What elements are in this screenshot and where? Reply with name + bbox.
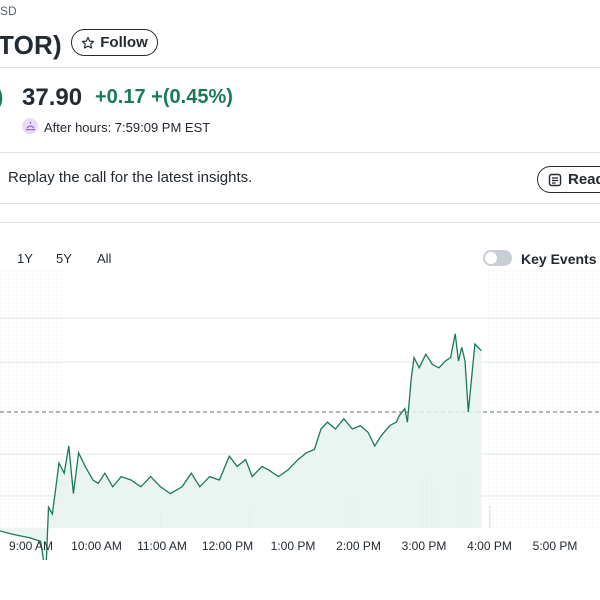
x-tick-label: 2:00 PM — [336, 539, 381, 553]
range-1y[interactable]: 1Y — [17, 251, 33, 266]
document-icon — [548, 173, 562, 186]
read-button[interactable]: Read — [537, 166, 600, 193]
x-tick-label: 3:00 PM — [402, 539, 447, 553]
divider — [0, 203, 600, 204]
current-price: 37.90 — [22, 84, 83, 111]
price-change: +0.17 +(0.45%) — [95, 86, 233, 109]
follow-button[interactable]: Follow — [71, 29, 158, 56]
moon-icon — [22, 118, 38, 134]
x-tick-label: 5:00 PM — [533, 539, 578, 553]
x-tick-label: 4:00 PM — [467, 539, 512, 553]
key-events-toggle[interactable] — [483, 250, 512, 266]
afterhours-shade — [488, 270, 600, 528]
divider — [0, 152, 600, 153]
divider — [0, 222, 600, 223]
currency-label: SD — [0, 4, 17, 18]
star-icon — [82, 36, 95, 49]
x-tick-label: 10:00 AM — [71, 539, 122, 553]
change-value: +0.17 — [95, 86, 146, 108]
read-label: Read — [568, 171, 600, 188]
x-tick-label: 9:00 AM — [9, 539, 53, 553]
x-tick-label: 12:00 PM — [202, 539, 253, 553]
price-chart[interactable]: 9:00 AM 10:00 AM 11:00 AM 12:00 PM 1:00 PM 2:… — [0, 270, 600, 560]
change-percent: +(0.45%) — [151, 86, 233, 108]
x-tick-label: 11:00 AM — [137, 539, 187, 553]
follow-label: Follow — [100, 34, 148, 51]
company-ticker: TOR) — [0, 30, 62, 60]
previous-value-fragment: ) — [0, 84, 3, 110]
premarket-shade — [0, 270, 62, 528]
divider — [0, 67, 600, 68]
range-all[interactable]: All — [97, 251, 111, 266]
range-5y[interactable]: 5Y — [56, 251, 72, 266]
banner-text: Replay the call for the latest insights. — [8, 169, 253, 186]
after-hours-label: After hours: 7:59:09 PM EST — [44, 120, 211, 135]
key-events-label: Key Events — [521, 251, 597, 267]
x-tick-label: 1:00 PM — [271, 539, 316, 553]
toggle-knob — [485, 252, 497, 264]
price-area — [0, 333, 482, 560]
